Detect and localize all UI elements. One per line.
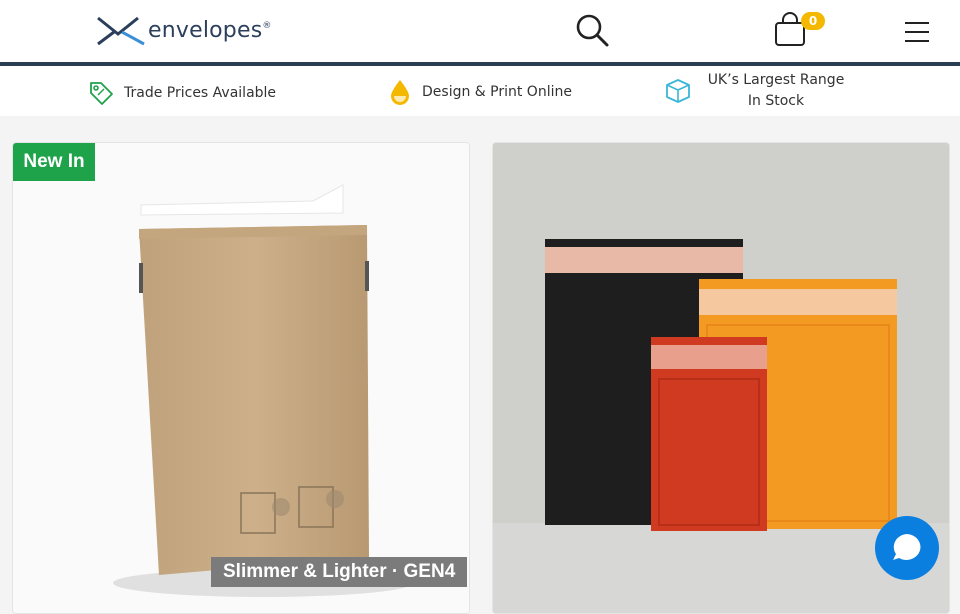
usp-label: Design & Print Online [422, 84, 572, 100]
chat-bubble-icon [893, 534, 921, 560]
product-caption: Slimmer & Lighter · GEN4 [211, 557, 468, 587]
usp-label: Trade Prices Available [124, 85, 277, 101]
product-card[interactable]: New In Slimmer & Lighter · GEN4 [12, 142, 470, 614]
usp-largest-range: UK’s Largest Range In Stock [664, 70, 852, 112]
hamburger-menu-icon[interactable] [904, 20, 930, 44]
brand-name: envelopes [148, 17, 263, 43]
brand-logo[interactable]: envelopes ® [96, 12, 271, 48]
new-in-badge: New In [13, 143, 95, 181]
live-chat-button[interactable] [875, 516, 939, 580]
usp-bar: Trade Prices Available Design & Print On… [0, 66, 960, 116]
usp-design-print: Design & Print Online [388, 78, 572, 106]
usp-trade-prices: Trade Prices Available [88, 80, 276, 106]
search-icon[interactable] [574, 12, 610, 48]
envelope-logo-icon [97, 16, 145, 46]
cart-count-badge[interactable]: 0 [801, 12, 825, 30]
usp-label: UK’s Largest Range In Stock [707, 72, 845, 109]
kraft-padded-envelope-image [13, 143, 469, 613]
ink-drop-icon [391, 80, 409, 105]
registered-mark: ® [262, 21, 272, 31]
box-icon [666, 79, 690, 103]
price-tag-icon [90, 82, 113, 105]
site-header: envelopes ® 0 [0, 0, 960, 62]
